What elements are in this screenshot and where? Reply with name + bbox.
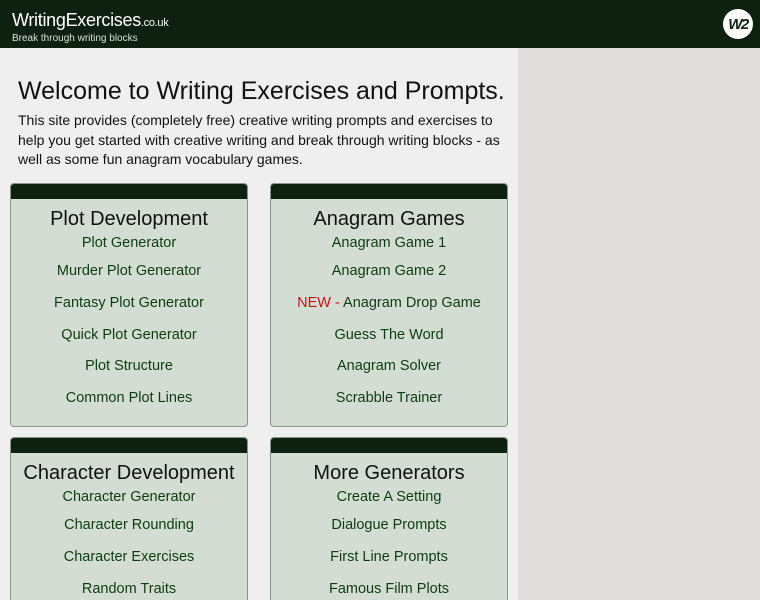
card-link-list: Create A Setting Dialogue Prompts First … <box>271 485 507 600</box>
link-famous-film-plots[interactable]: Famous Film Plots <box>329 581 449 597</box>
list-item: Scrabble Trainer <box>271 383 507 415</box>
new-badge: NEW - <box>297 294 340 311</box>
list-item: Murder Plot Generator <box>11 256 247 288</box>
link-first-line-prompts[interactable]: First Line Prompts <box>330 549 448 565</box>
list-item: Character Exercises <box>11 542 247 574</box>
link-plot-generator[interactable]: Plot Generator <box>82 235 176 251</box>
card-more-generators: More Generators Create A Setting Dialogu… <box>270 437 508 600</box>
sidebar-area <box>518 48 760 600</box>
card-character-development: Character Development Character Generato… <box>10 437 248 600</box>
link-quick-plot-generator[interactable]: Quick Plot Generator <box>61 327 196 343</box>
card-header-bar <box>11 184 247 199</box>
logo-tagline: Break through writing blocks <box>12 33 138 44</box>
page-title: Welcome to Writing Exercises and Prompts… <box>18 77 505 105</box>
link-anagram-game-2[interactable]: Anagram Game 2 <box>332 263 446 279</box>
link-anagram-drop-game[interactable]: Anagram Drop Game <box>343 295 481 311</box>
card-title: Anagram Games <box>313 208 465 230</box>
card-title: Character Development <box>23 462 235 484</box>
list-item: Character Rounding <box>11 510 247 542</box>
list-item: Common Plot Lines <box>11 383 247 415</box>
link-guess-the-word[interactable]: Guess The Word <box>334 327 443 343</box>
list-item: Anagram Game 1 <box>271 231 507 256</box>
list-item: Guess The Word <box>271 320 507 352</box>
card-link-list: Plot Generator Murder Plot Generator Fan… <box>11 231 247 415</box>
list-item: Plot Structure <box>11 351 247 383</box>
list-item: Famous Film Plots <box>271 574 507 600</box>
card-link-list: Character Generator Character Rounding C… <box>11 485 247 600</box>
link-anagram-game-1[interactable]: Anagram Game 1 <box>332 235 446 251</box>
list-item: Quick Plot Generator <box>11 320 247 352</box>
logo-site-name: WritingExercises <box>12 10 141 30</box>
link-fantasy-plot-generator[interactable]: Fantasy Plot Generator <box>54 295 204 311</box>
card-title: Plot Development <box>50 208 208 230</box>
card-header-bar <box>11 438 247 453</box>
card-title: More Generators <box>313 462 465 484</box>
list-item: Plot Generator <box>11 231 247 256</box>
list-item: Character Generator <box>11 485 247 510</box>
link-character-exercises[interactable]: Character Exercises <box>64 549 195 565</box>
list-item: Dialogue Prompts <box>271 510 507 542</box>
link-random-traits[interactable]: Random Traits <box>82 581 176 597</box>
list-item: Random Traits <box>11 574 247 600</box>
intro-text: This site provides (completely free) cre… <box>18 112 500 167</box>
card-plot-development: Plot Development Plot Generator Murder P… <box>10 183 248 427</box>
list-item: Create A Setting <box>271 485 507 510</box>
site-header: WritingExercises.co.uk Break through wri… <box>0 0 760 48</box>
card-header-bar <box>271 438 507 453</box>
link-character-generator[interactable]: Character Generator <box>63 489 196 505</box>
list-item: First Line Prompts <box>271 542 507 574</box>
card-header-bar <box>271 184 507 199</box>
card-link-list: Anagram Game 1 Anagram Game 2 NEW - Anag… <box>271 231 507 415</box>
list-item: Anagram Game 2 <box>271 256 507 288</box>
link-scrabble-trainer[interactable]: Scrabble Trainer <box>336 390 442 406</box>
link-murder-plot-generator[interactable]: Murder Plot Generator <box>57 263 201 279</box>
link-common-plot-lines[interactable]: Common Plot Lines <box>66 390 193 406</box>
logo-text: WritingExercises.co.uk <box>12 10 169 33</box>
logo-badge-icon[interactable]: W2 <box>723 9 753 39</box>
link-anagram-solver[interactable]: Anagram Solver <box>337 358 441 374</box>
list-item: NEW - Anagram Drop Game <box>271 288 507 320</box>
link-character-rounding[interactable]: Character Rounding <box>64 517 194 533</box>
list-item: Anagram Solver <box>271 351 507 383</box>
logo-tld: .co.uk <box>140 17 169 29</box>
link-create-a-setting[interactable]: Create A Setting <box>337 489 442 505</box>
main-content: Welcome to Writing Exercises and Prompts… <box>0 48 518 600</box>
link-dialogue-prompts[interactable]: Dialogue Prompts <box>331 517 446 533</box>
list-item: Fantasy Plot Generator <box>11 288 247 320</box>
link-plot-structure[interactable]: Plot Structure <box>85 358 173 374</box>
card-anagram-games: Anagram Games Anagram Game 1 Anagram Gam… <box>270 183 508 427</box>
site-logo[interactable]: WritingExercises.co.uk Break through wri… <box>12 10 169 45</box>
